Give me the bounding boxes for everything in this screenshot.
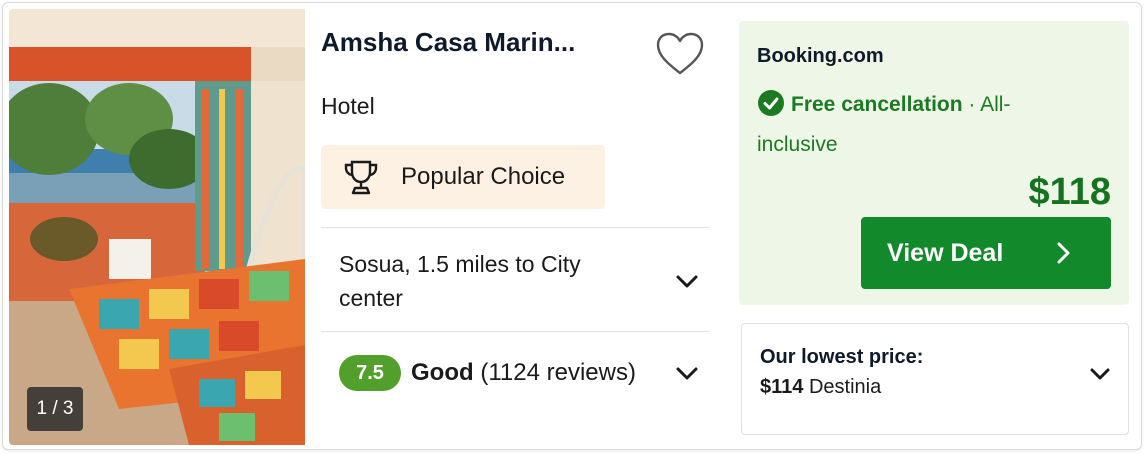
lowest-price-provider: Destinia (808, 376, 882, 398)
check-circle-icon (758, 90, 784, 117)
deal-price: $118 (1028, 171, 1111, 213)
rating-score: 7.5 (339, 355, 401, 391)
trophy-icon (344, 160, 378, 195)
rating-word: Good (411, 359, 474, 386)
photo-counter: 1 / 3 (27, 387, 83, 431)
badge-label: Popular Choice (401, 163, 566, 190)
lowest-price-title: Our lowest price: (760, 346, 924, 368)
view-deal-button[interactable]: View Deal (861, 217, 1111, 289)
cancellation-info: Free cancellation · All-inclusive (757, 85, 1057, 165)
hotel-type: Hotel (321, 93, 375, 119)
divider (321, 227, 709, 228)
separator-dot: · (968, 93, 976, 116)
chevron-right-icon (1057, 242, 1070, 264)
deal-panel: Booking.com Free cancellation · All-incl… (739, 21, 1129, 305)
chevron-down-icon (1090, 368, 1110, 380)
hotel-card: 1 / 3 Amsha Casa Marin... Hotel Popular … (2, 2, 1142, 450)
lowest-price-panel[interactable]: Our lowest price: $114 Destinia (741, 323, 1129, 435)
hotel-name[interactable]: Amsha Casa Marin... (321, 27, 641, 58)
free-cancellation-label: Free cancellation (791, 93, 963, 116)
review-count: (1124 reviews) (480, 359, 636, 386)
lowest-price-amount: $114 (760, 376, 804, 398)
deal-provider: Booking.com (757, 45, 884, 67)
chevron-down-icon (676, 275, 698, 288)
location-text: Sosua, 1.5 miles to City center (339, 251, 581, 311)
heart-icon (656, 32, 704, 75)
location-row[interactable]: Sosua, 1.5 miles to City center (321, 229, 709, 331)
view-deal-label: View Deal (887, 238, 1004, 267)
hotel-room-image (9, 9, 305, 445)
lowest-price-value: $114 Destinia (760, 376, 881, 399)
rating-text: Good (1124 reviews) (411, 359, 636, 387)
favorite-button[interactable] (653, 27, 707, 81)
hotel-photo[interactable]: 1 / 3 (9, 9, 305, 445)
divider (321, 331, 709, 332)
hotel-info: Amsha Casa Marin... Hotel Popular Choice… (321, 3, 711, 451)
rating-row[interactable]: 7.5 Good (1124 reviews) (321, 333, 709, 413)
chevron-down-icon (676, 367, 698, 380)
popular-choice-badge: Popular Choice (321, 145, 605, 209)
